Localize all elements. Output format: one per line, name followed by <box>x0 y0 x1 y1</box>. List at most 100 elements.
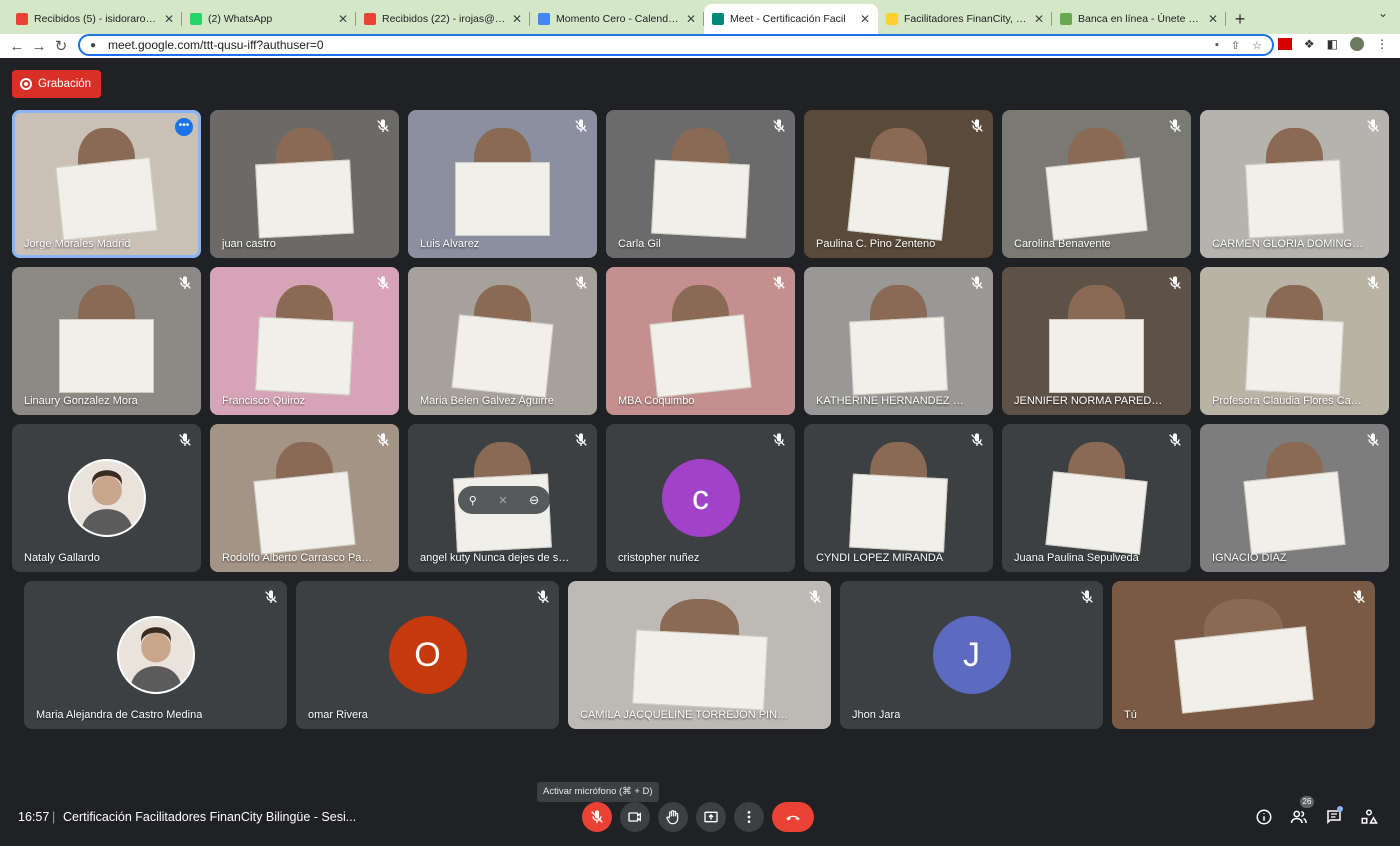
participant-name: Carla Gil <box>618 238 661 250</box>
participant-tile[interactable]: Paulina C. Pino Zenteno <box>804 110 993 258</box>
meet-icon <box>712 13 724 25</box>
close-tab-icon[interactable]: ✕ <box>164 12 174 26</box>
participant-tile[interactable]: Francisco Quiroz <box>210 267 399 415</box>
meet-stage: Grabación ••• Jorge Morales Madrid juan ca… <box>0 58 1400 846</box>
forward-icon[interactable]: → <box>28 38 50 55</box>
sidepanel-icon[interactable]: ◧ <box>1327 37 1338 51</box>
participant-tile[interactable]: Maria Alejandra de Castro Medina <box>24 581 287 729</box>
participant-tile[interactable]: MBA Coquimbo <box>606 267 795 415</box>
remove-icon[interactable]: ⊖ <box>529 493 539 507</box>
close-tab-icon[interactable]: ✕ <box>338 12 348 26</box>
muted-mic-icon <box>771 432 787 448</box>
avatar-initial: O <box>414 635 441 674</box>
calendar-icon <box>538 13 550 25</box>
tab-title: Facilitadores FinanCity, Online <box>904 13 1028 25</box>
close-tab-icon[interactable]: ✕ <box>512 12 522 26</box>
tile-more-options-icon[interactable]: ••• <box>175 118 193 136</box>
activities-icon[interactable] <box>1360 808 1378 826</box>
close-tab-icon[interactable]: ✕ <box>1208 12 1218 26</box>
share-icon[interactable]: ⇧ <box>1231 39 1240 52</box>
tab-5[interactable]: Meet - Certificación Facil ✕ <box>704 4 878 34</box>
mute-participant-icon[interactable]: ✕ <box>498 494 507 507</box>
lock-icon[interactable]: ● <box>90 40 100 51</box>
participant-tile[interactable]: ••• Jorge Morales Madrid <box>12 110 201 258</box>
kebab-menu-icon[interactable]: ⋮ <box>1376 37 1388 51</box>
muted-mic-icon <box>535 589 551 605</box>
participant-name: Rodolfo Alberto Carrasco Palaci... <box>222 552 374 564</box>
more-options-button[interactable] <box>734 802 764 832</box>
paper-sheet <box>55 157 158 241</box>
paper-sheet <box>1245 159 1344 239</box>
people-icon[interactable] <box>1290 808 1308 826</box>
address-bar[interactable]: ● meet.google.com/ttt-qusu-iff?authuser=… <box>78 34 1274 56</box>
participant-tile[interactable]: Carla Gil <box>606 110 795 258</box>
tab-7[interactable]: Banca en línea - Únete a los G ✕ <box>1052 4 1226 34</box>
camera-button[interactable] <box>620 802 650 832</box>
reload-icon[interactable]: ↻ <box>50 37 72 55</box>
participant-tile[interactable]: c cristopher nuñez <box>606 424 795 572</box>
participant-tile[interactable]: Rodolfo Alberto Carrasco Palaci... <box>210 424 399 572</box>
paper-sheet <box>1045 471 1148 555</box>
participant-tile[interactable]: KATHERINE HERNANDEZ CASTIL... <box>804 267 993 415</box>
participant-tile[interactable]: Luis Alvarez <box>408 110 597 258</box>
mic-toggle-button[interactable] <box>582 802 612 832</box>
participant-name: Maria Belen Galvez Aguirre <box>420 395 554 407</box>
tab-3[interactable]: Recibidos (22) - irojas@mome ✕ <box>356 4 530 34</box>
leave-call-button[interactable] <box>772 802 814 832</box>
participant-tile[interactable]: Tú <box>1112 581 1375 729</box>
close-tab-icon[interactable]: ✕ <box>860 12 870 26</box>
profile-avatar[interactable] <box>1350 37 1364 51</box>
close-tab-icon[interactable]: ✕ <box>686 12 696 26</box>
close-tab-icon[interactable]: ✕ <box>1034 12 1044 26</box>
paper-sheet <box>255 159 354 239</box>
paper-sheet <box>451 314 554 398</box>
extension-red-icon[interactable] <box>1277 38 1292 50</box>
tab-title: Banca en línea - Únete a los G <box>1078 13 1202 25</box>
muted-mic-icon <box>375 432 391 448</box>
participant-tile[interactable]: ⚲ ✕ ⊖ angel kuty Nunca dejes de soñar <box>408 424 597 572</box>
participant-tile[interactable]: CYNDI LOPEZ MIRANDA <box>804 424 993 572</box>
participant-tile[interactable]: juan castro <box>210 110 399 258</box>
bank-icon <box>1060 13 1072 25</box>
participant-tile[interactable]: Nataly Gallardo <box>12 424 201 572</box>
participant-tile[interactable]: Juana Paulina Sepulveda <box>1002 424 1191 572</box>
tab-1[interactable]: Recibidos (5) - isidorarojas@g ✕ <box>8 4 182 34</box>
tab-4[interactable]: Momento Cero - Calendar - Se ✕ <box>530 4 704 34</box>
new-tab-icon[interactable]: + <box>1226 4 1254 34</box>
muted-mic-icon <box>969 432 985 448</box>
participant-tile[interactable]: CAMILA JACQUELINE TORREJON PINTO <box>568 581 831 729</box>
bookmark-star-icon[interactable]: ☆ <box>1252 39 1262 52</box>
tab-2[interactable]: (2) WhatsApp ✕ <box>182 4 356 34</box>
participant-tile[interactable]: Oomar Rivera <box>296 581 559 729</box>
puzzle-icon[interactable]: ❖ <box>1304 37 1315 51</box>
muted-mic-icon <box>1167 275 1183 291</box>
participant-tile[interactable]: JENNIFER NORMA PAREDES GO... <box>1002 267 1191 415</box>
recording-button[interactable]: Grabación <box>12 70 102 98</box>
muted-mic-icon <box>1079 589 1095 605</box>
muted-mic-icon <box>1365 118 1381 134</box>
gmail-icon <box>16 13 28 25</box>
present-button[interactable] <box>696 802 726 832</box>
pin-icon[interactable]: ⚲ <box>469 494 477 507</box>
clock: 16:57 <box>18 810 50 824</box>
muted-mic-icon <box>177 275 193 291</box>
tab-6[interactable]: Facilitadores FinanCity, Online ✕ <box>878 4 1052 34</box>
camera-in-use-icon[interactable]: ▪ <box>1215 39 1219 52</box>
raise-hand-button[interactable] <box>658 802 688 832</box>
participant-tile[interactable]: CARMEN GLORIA DOMINGUEZ <box>1200 110 1389 258</box>
participant-tile[interactable]: Linaury Gonzalez Mora <box>12 267 201 415</box>
participant-tile[interactable]: Maria Belen Galvez Aguirre <box>408 267 597 415</box>
participant-tile[interactable]: IGNACIO DIAZ <box>1200 424 1389 572</box>
meeting-title[interactable]: Certificación Facilitadores FinanCity Bi… <box>63 810 356 824</box>
participant-tile[interactable]: Profesora Claudia Flores Cangana <box>1200 267 1389 415</box>
participant-tile[interactable]: J Jhon Jara <box>840 581 1103 729</box>
back-icon[interactable]: ← <box>6 38 28 55</box>
info-icon[interactable] <box>1255 808 1273 826</box>
url-text[interactable]: meet.google.com/ttt-qusu-iff?authuser=0 <box>108 38 324 52</box>
participant-name: Carolina Benavente <box>1014 238 1111 250</box>
extensions-area: ❖ ◧ ⋮ <box>1277 37 1388 51</box>
participant-tile[interactable]: Carolina Benavente <box>1002 110 1191 258</box>
tab-search-icon[interactable]: ⌄ <box>1378 6 1388 20</box>
avatar-initial: c <box>692 478 709 517</box>
muted-mic-icon <box>1365 275 1381 291</box>
